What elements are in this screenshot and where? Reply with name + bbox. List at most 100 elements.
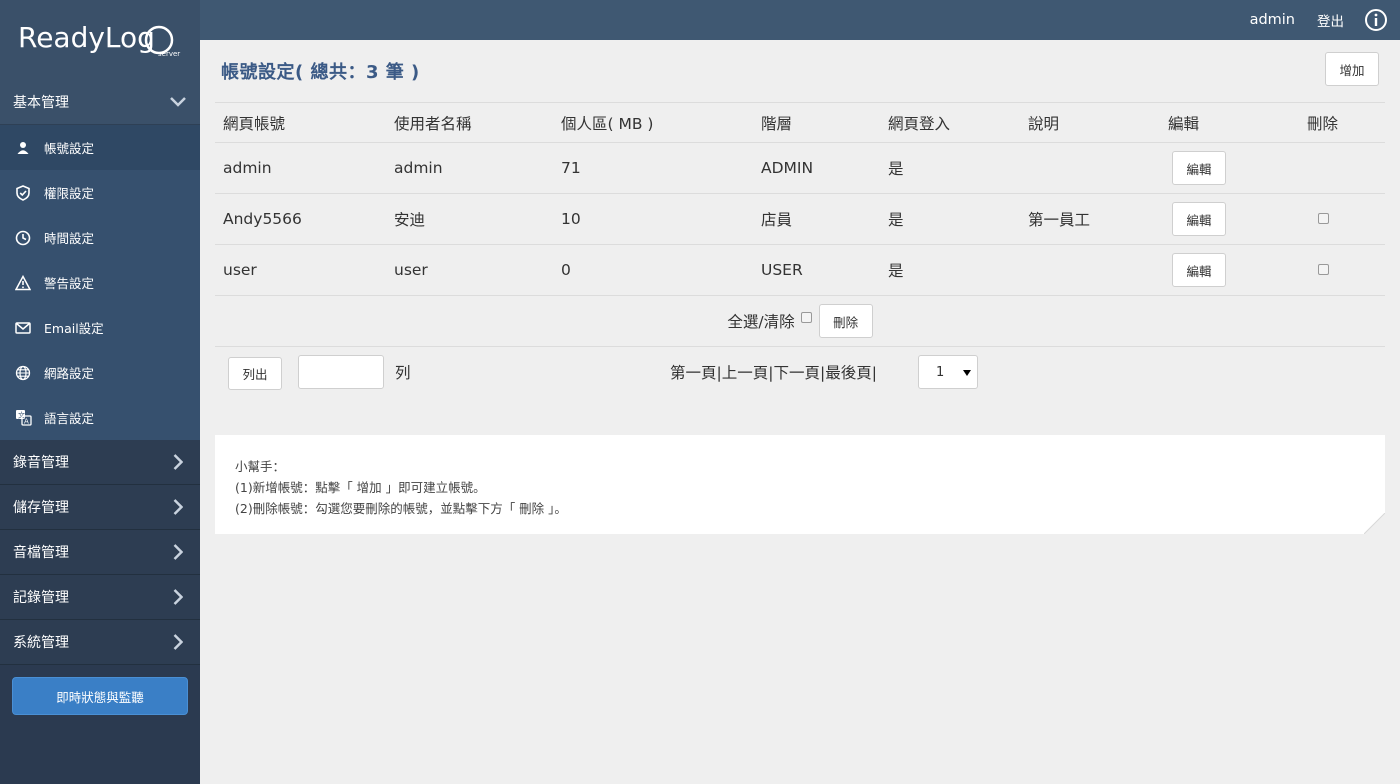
page-select[interactable]: 1 — [918, 355, 978, 389]
warning-icon — [14, 274, 32, 292]
col-edit: 編輯 — [1160, 102, 1299, 143]
sidebar-group-label: 基本管理 — [13, 95, 69, 111]
sidebar-item-label: 時間設定 — [44, 231, 95, 246]
list-button[interactable]: 列出 — [228, 357, 282, 390]
sidebar-item-warning[interactable]: 警告設定 — [0, 260, 200, 305]
sidebar-item-account[interactable]: 帳號設定 — [0, 125, 200, 170]
mail-icon — [14, 319, 32, 337]
sidebar-submenu: 帳號設定 權限設定 時間設定 警告設定 Email設定 網路設定 文 A 語言設… — [0, 125, 200, 440]
cell-username: admin — [386, 142, 553, 194]
select-all-label: 全選/清除 — [727, 313, 795, 331]
sidebar: ReadyLog server 基本管理 帳號設定 權限設定 時間設定 警告設定… — [0, 0, 200, 784]
sidebar-group-records[interactable]: 記錄管理 — [0, 575, 200, 620]
edit-button[interactable]: 編輯 — [1172, 202, 1226, 236]
cell-space: 10 — [553, 193, 753, 245]
cell-edit: 編輯 — [1160, 142, 1299, 194]
cell-level: USER — [753, 244, 880, 296]
sidebar-item-language[interactable]: 文A 語言設定 — [0, 395, 200, 440]
sidebar-item-email[interactable]: Email設定 — [0, 305, 200, 350]
chevron-right-icon — [169, 498, 187, 516]
cell-note: 第一員工 — [1020, 193, 1160, 245]
chevron-right-icon — [169, 633, 187, 651]
rows-per-page-input[interactable] — [298, 355, 384, 389]
table-row: admin admin 71 ADMIN 是 編輯 — [215, 142, 1385, 194]
sidebar-group-audio[interactable]: 音檔管理 — [0, 530, 200, 575]
col-level: 階層 — [753, 102, 880, 143]
help-line: (1)新增帳號：點擊「 增加 」即可建立帳號。 — [235, 480, 486, 495]
select-all-row: 全選/清除 刪除 — [215, 296, 1385, 347]
page-fold-icon — [1364, 513, 1385, 534]
cell-delete — [1299, 142, 1385, 194]
col-space: 個人區( MB ) — [553, 102, 753, 143]
live-monitor-button[interactable]: 即時狀態與監聽 — [12, 677, 188, 715]
sidebar-item-label: 語言設定 — [44, 411, 95, 426]
page-select-value: 1 — [936, 364, 945, 380]
cell-note — [1020, 142, 1160, 194]
sidebar-group-label: 記錄管理 — [13, 590, 69, 606]
col-username: 使用者名稱 — [386, 102, 553, 143]
sidebar-group-storage[interactable]: 儲存管理 — [0, 485, 200, 530]
dropdown-arrow-icon — [963, 365, 971, 380]
rows-suffix-label: 列 — [395, 364, 411, 382]
add-button[interactable]: 增加 — [1325, 52, 1379, 86]
cell-space: 0 — [553, 244, 753, 296]
cell-note — [1020, 244, 1160, 296]
sidebar-item-label: Email設定 — [44, 321, 104, 336]
cell-login: 是 — [880, 193, 1020, 245]
sidebar-group-recording[interactable]: 錄音管理 — [0, 440, 200, 485]
sidebar-group-label: 音檔管理 — [13, 545, 69, 561]
sidebar-group-label: 系統管理 — [13, 635, 69, 651]
help-box: 小幫手： (1)新增帳號：點擊「 增加 」即可建立帳號。 (2)刪除帳號：勾選您… — [215, 435, 1385, 534]
logout-link[interactable]: 登出 — [1317, 10, 1344, 30]
cell-account: Andy5566 — [215, 193, 386, 245]
sidebar-group-label: 儲存管理 — [13, 500, 69, 516]
first-page-link[interactable]: 第一頁 — [670, 364, 717, 382]
title-row: 帳號設定( 總共：3 筆 ) 增加 — [215, 40, 1385, 102]
svg-text:A: A — [24, 418, 29, 426]
current-user: admin — [1249, 12, 1295, 28]
language-icon: 文A — [14, 409, 32, 427]
delete-checkbox[interactable] — [1318, 213, 1329, 224]
sidebar-item-label: 權限設定 — [44, 186, 95, 201]
sidebar-item-permission[interactable]: 權限設定 — [0, 170, 200, 215]
info-icon[interactable] — [1364, 8, 1388, 32]
main-content: 帳號設定( 總共：3 筆 ) 增加 網頁帳號 使用者名稱 個人區( MB ) 階… — [215, 40, 1385, 399]
cell-level: 店員 — [753, 193, 880, 245]
chevron-right-icon — [169, 453, 187, 471]
cell-edit: 編輯 — [1160, 193, 1299, 245]
clock-icon — [14, 229, 32, 247]
sidebar-item-network[interactable]: 網路設定 — [0, 350, 200, 395]
sidebar-item-label: 警告設定 — [44, 276, 95, 291]
cell-delete — [1299, 193, 1385, 245]
edit-button[interactable]: 編輯 — [1172, 253, 1226, 287]
next-page-link[interactable]: 下一頁 — [774, 364, 821, 382]
cell-space: 71 — [553, 142, 753, 194]
sidebar-group-system[interactable]: 系統管理 — [0, 620, 200, 665]
delete-button[interactable]: 刪除 — [818, 304, 873, 338]
shield-icon — [14, 184, 32, 202]
page-title: 帳號設定( 總共：3 筆 ) — [221, 62, 420, 83]
readylog-logo: ReadyLog server — [18, 21, 180, 58]
globe-icon — [14, 364, 32, 382]
table-header: 網頁帳號 使用者名稱 個人區( MB ) 階層 網頁登入 說明 編輯 刪除 — [215, 102, 1385, 143]
cell-account: admin — [215, 142, 386, 194]
svg-text:ReadyLog: ReadyLog — [18, 21, 155, 54]
chevron-down-icon — [169, 93, 187, 111]
delete-checkbox[interactable] — [1318, 264, 1329, 275]
col-login: 網頁登入 — [880, 102, 1020, 143]
col-account: 網頁帳號 — [215, 102, 386, 143]
col-note: 說明 — [1020, 102, 1160, 143]
prev-page-link[interactable]: 上一頁 — [722, 364, 769, 382]
sidebar-item-label: 網路設定 — [44, 366, 95, 381]
select-all-checkbox[interactable] — [800, 311, 812, 323]
cell-username: user — [386, 244, 553, 296]
chevron-right-icon — [169, 543, 187, 561]
sidebar-item-time[interactable]: 時間設定 — [0, 215, 200, 260]
help-title: 小幫手： — [235, 459, 286, 474]
last-page-link[interactable]: 最後頁 — [825, 364, 872, 382]
cell-account: user — [215, 244, 386, 296]
cell-login: 是 — [880, 244, 1020, 296]
help-line: (2)刪除帳號：勾選您要刪除的帳號，並點擊下方「 刪除 」。 — [235, 501, 567, 516]
sidebar-group-basic[interactable]: 基本管理 — [0, 80, 200, 125]
edit-button[interactable]: 編輯 — [1172, 151, 1226, 185]
